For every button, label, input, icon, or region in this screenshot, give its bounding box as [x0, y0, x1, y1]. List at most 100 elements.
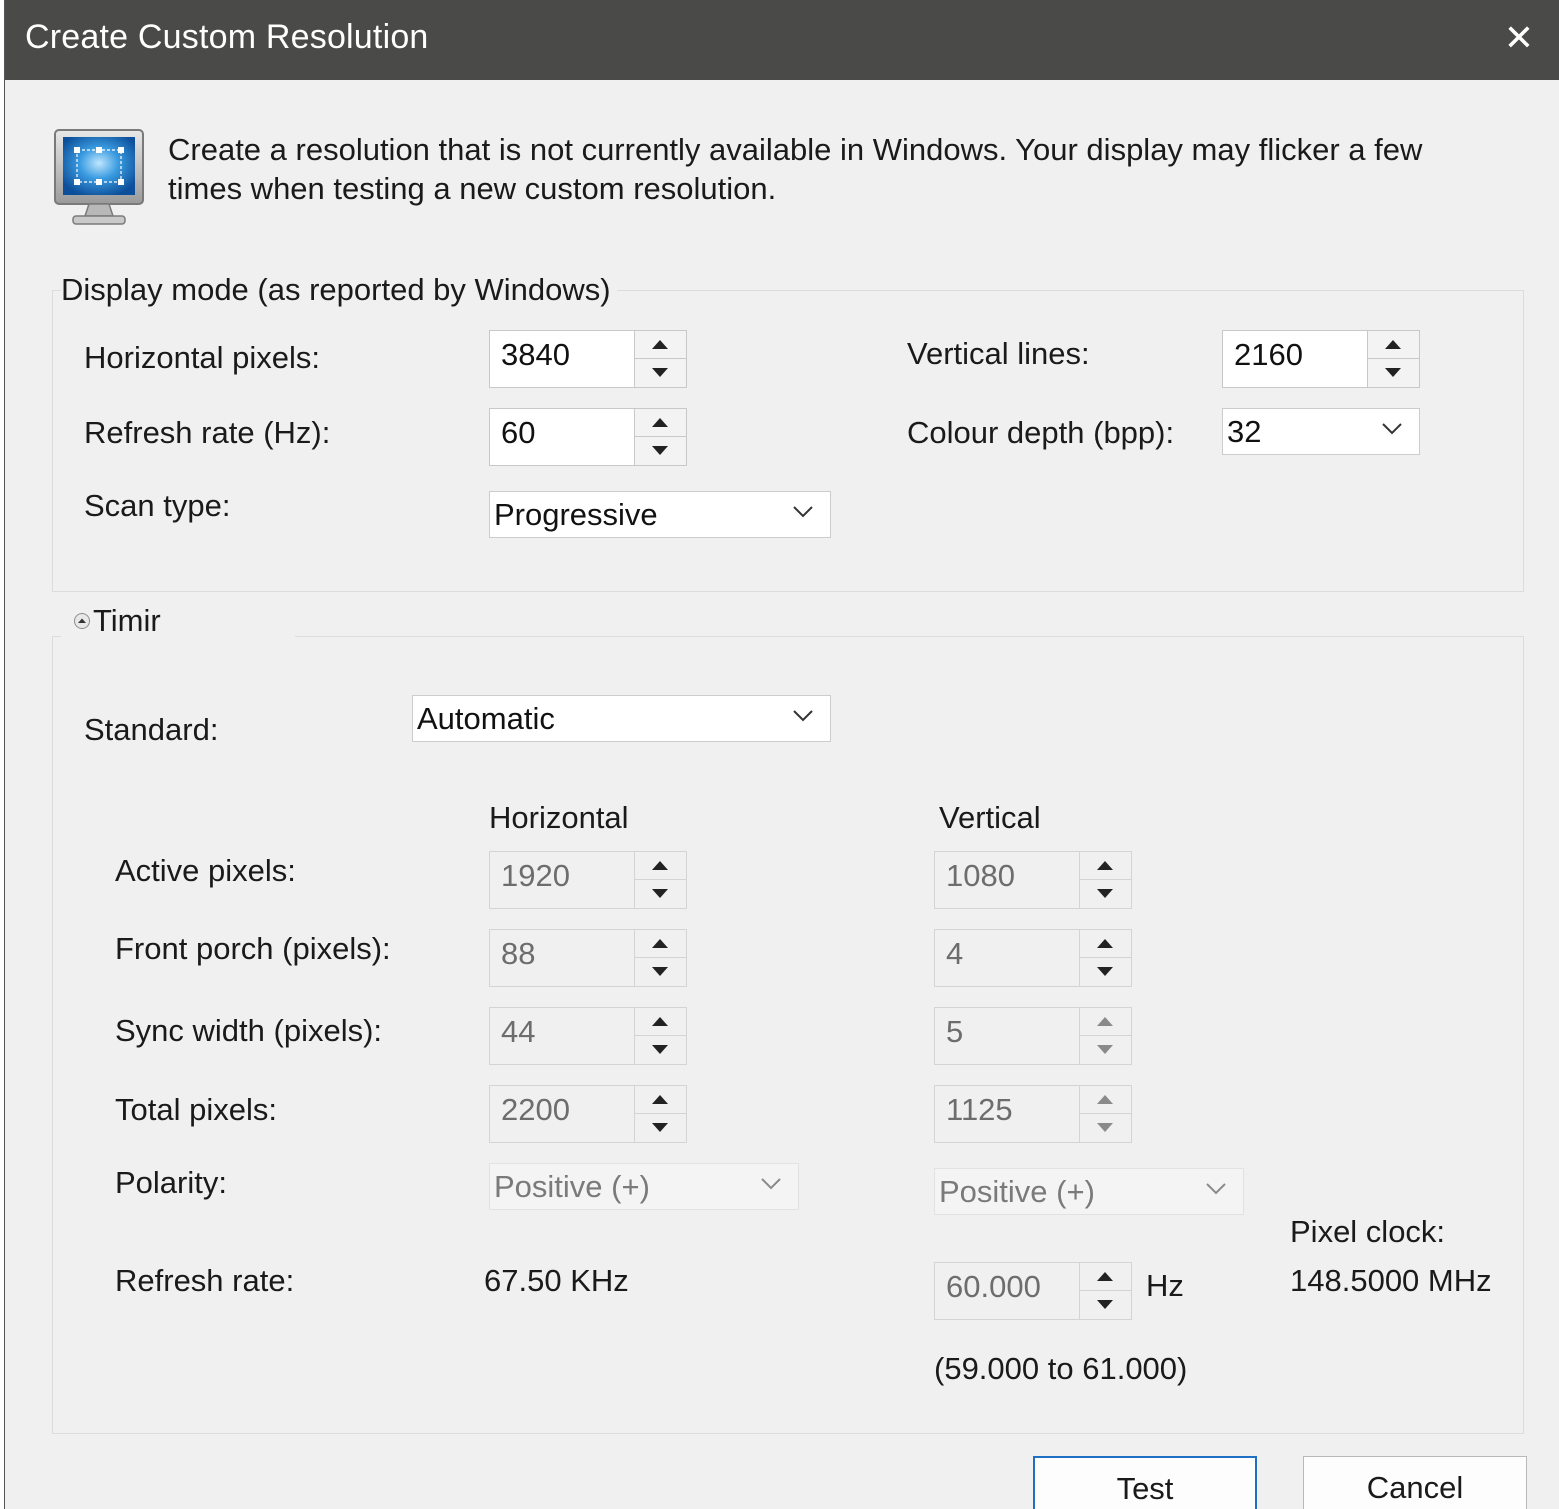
sync-width-label: Sync width (pixels):	[115, 1013, 383, 1048]
chevron-down-icon	[761, 1178, 781, 1190]
arrow-up-icon	[1097, 1095, 1113, 1104]
sync-width-h-up-button[interactable]	[635, 1008, 686, 1036]
front-porch-h-down-button[interactable]	[635, 958, 686, 985]
intro-text: Create a resolution that is not currentl…	[168, 132, 1423, 206]
front-porch-v-up-button[interactable]	[1080, 930, 1131, 958]
monitor-icon	[54, 129, 144, 225]
arrow-up-icon	[652, 1095, 668, 1104]
title-bar: Create Custom Resolution ✕	[5, 0, 1559, 80]
vertical-refresh-up-button[interactable]	[1080, 1263, 1131, 1291]
vertical-lines-value[interactable]: 2160	[1234, 337, 1303, 373]
front-porch-v-spinner[interactable]: 4	[934, 929, 1132, 987]
front-porch-h-spinner[interactable]: 88	[489, 929, 687, 987]
sync-width-v-down-button[interactable]	[1080, 1036, 1131, 1063]
sync-width-h-down-button[interactable]	[635, 1036, 686, 1063]
arrow-down-icon	[652, 889, 668, 898]
scan-type-dropdown[interactable]: Progressive	[489, 491, 831, 538]
arrow-down-icon	[652, 1123, 668, 1132]
refresh-rate-value[interactable]: 60	[501, 415, 535, 451]
front-porch-v-value[interactable]: 4	[946, 936, 963, 972]
total-pixels-h-up-button[interactable]	[635, 1086, 686, 1114]
arrow-down-icon	[1097, 1045, 1113, 1054]
close-button[interactable]: ✕	[1496, 16, 1542, 62]
arrow-up-icon	[652, 939, 668, 948]
scan-type-label: Scan type:	[84, 488, 231, 523]
vertical-refresh-down-button[interactable]	[1080, 1291, 1131, 1318]
vertical-lines-spinner[interactable]: 2160	[1222, 330, 1420, 388]
colour-depth-dropdown[interactable]: 32	[1222, 408, 1420, 455]
total-pixels-v-down-button[interactable]	[1080, 1114, 1131, 1141]
active-pixels-v-up-button[interactable]	[1080, 852, 1131, 880]
horizontal-pixels-spinner[interactable]: 3840	[489, 330, 687, 388]
arrow-down-icon	[652, 967, 668, 976]
total-pixels-h-value[interactable]: 2200	[501, 1092, 570, 1128]
sync-width-v-spinner[interactable]: 5	[934, 1007, 1132, 1065]
chevron-down-icon	[793, 506, 813, 518]
active-pixels-v-value[interactable]: 1080	[946, 858, 1015, 894]
arrow-up-icon	[652, 340, 668, 349]
refresh-rate-up-button[interactable]	[635, 409, 686, 437]
arrow-up-icon	[652, 1017, 668, 1026]
active-pixels-h-value[interactable]: 1920	[501, 858, 570, 894]
refresh-rate-label: Refresh rate (Hz):	[84, 415, 331, 450]
sync-width-v-value[interactable]: 5	[946, 1014, 963, 1050]
pixel-clock-label: Pixel clock:	[1290, 1214, 1446, 1249]
active-pixels-v-spinner[interactable]: 1080	[934, 851, 1132, 909]
vertical-refresh-spinner[interactable]: 60.000	[934, 1262, 1132, 1320]
vertical-refresh-value[interactable]: 60.000	[946, 1269, 1041, 1305]
arrow-up-icon	[1097, 939, 1113, 948]
vertical-lines-down-button[interactable]	[1368, 359, 1419, 386]
polarity-h-value: Positive (+)	[494, 1169, 650, 1204]
sync-width-h-spinner[interactable]: 44	[489, 1007, 687, 1065]
polarity-v-dropdown[interactable]: Positive (+)	[934, 1168, 1244, 1215]
display-mode-legend: Display mode (as reported by Windows)	[61, 272, 617, 308]
refresh-rate-down-button[interactable]	[635, 437, 686, 464]
horizontal-pixels-down-button[interactable]	[635, 359, 686, 386]
create-custom-resolution-dialog: Create Custom Resolution ✕ Create a reso…	[4, 0, 1559, 1509]
active-pixels-h-spinner[interactable]: 1920	[489, 851, 687, 909]
arrow-down-icon	[1385, 368, 1401, 377]
horizontal-column-header: Horizontal	[489, 800, 629, 835]
active-pixels-h-up-button[interactable]	[635, 852, 686, 880]
standard-value: Automatic	[417, 701, 555, 736]
sync-width-h-value[interactable]: 44	[501, 1014, 535, 1050]
timing-legend: Timir	[93, 603, 161, 638]
polarity-label: Polarity:	[115, 1165, 227, 1200]
arrow-down-icon	[652, 368, 668, 377]
colour-depth-label: Colour depth (bpp):	[907, 415, 1175, 450]
refresh-range-label: (59.000 to 61.000)	[934, 1351, 1188, 1386]
arrow-up-icon	[1097, 1272, 1113, 1281]
total-pixels-v-value[interactable]: 1125	[946, 1092, 1013, 1128]
close-icon: ✕	[1503, 17, 1535, 58]
front-porch-h-up-button[interactable]	[635, 930, 686, 958]
total-pixels-h-down-button[interactable]	[635, 1114, 686, 1141]
active-pixels-h-down-button[interactable]	[635, 880, 686, 907]
total-pixels-h-spinner[interactable]: 2200	[489, 1085, 687, 1143]
refresh-rate-spinner[interactable]: 60	[489, 408, 687, 466]
polarity-v-value: Positive (+)	[939, 1174, 1095, 1209]
active-pixels-v-down-button[interactable]	[1080, 880, 1131, 907]
front-porch-h-value[interactable]: 88	[501, 936, 535, 972]
total-pixels-v-spinner[interactable]: 1125	[934, 1085, 1132, 1143]
polarity-h-dropdown[interactable]: Positive (+)	[489, 1163, 799, 1210]
front-porch-v-down-button[interactable]	[1080, 958, 1131, 985]
arrow-up-icon	[1097, 861, 1113, 870]
sync-width-v-up-button[interactable]	[1080, 1008, 1131, 1036]
total-pixels-v-up-button[interactable]	[1080, 1086, 1131, 1114]
test-button[interactable]: Test	[1033, 1456, 1257, 1509]
arrow-up-icon	[652, 418, 668, 427]
pixel-clock-value: 148.5000 MHz	[1290, 1263, 1492, 1298]
horizontal-pixels-up-button[interactable]	[635, 331, 686, 359]
arrow-up-icon	[1385, 340, 1401, 349]
vertical-lines-up-button[interactable]	[1368, 331, 1419, 359]
cancel-button[interactable]: Cancel	[1303, 1456, 1527, 1509]
arrow-down-icon	[652, 1045, 668, 1054]
horizontal-pixels-value[interactable]: 3840	[501, 337, 570, 373]
collapse-icon[interactable]	[73, 612, 91, 630]
chevron-down-icon	[1382, 423, 1402, 435]
vertical-column-header: Vertical	[939, 800, 1041, 835]
chevron-down-icon	[1206, 1183, 1226, 1195]
arrow-down-icon	[1097, 967, 1113, 976]
standard-dropdown[interactable]: Automatic	[412, 695, 831, 742]
arrow-down-icon	[1097, 1300, 1113, 1309]
